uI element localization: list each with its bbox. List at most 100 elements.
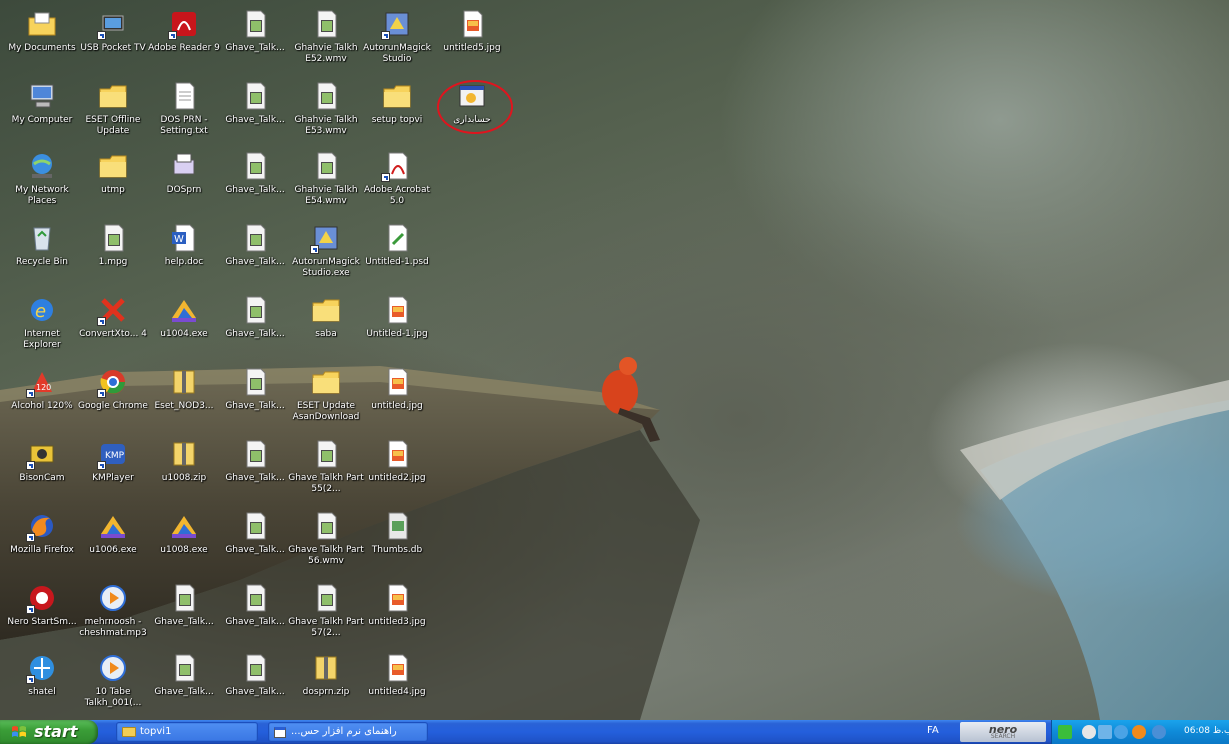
folder-icon	[310, 366, 342, 398]
desktop-icon-label: Ghave_Talk...	[225, 329, 285, 339]
desktop-icon[interactable]: My Documents	[4, 8, 80, 54]
desktop-icon-label: Adobe Acrobat 5.0	[363, 185, 431, 206]
desktop[interactable]: My Documents My Computer My Network Places…	[0, 0, 1229, 720]
desktop-icon-label: u1006.exe	[89, 545, 137, 555]
desktop-icon[interactable]: Google Chrome	[75, 366, 151, 412]
desktop-icon-label: Adobe Reader 9	[148, 43, 220, 53]
desktop-icon[interactable]: u1006.exe	[75, 510, 151, 556]
power-icon[interactable]	[1132, 725, 1146, 739]
tray-extra-icon[interactable]	[1152, 725, 1166, 739]
desktop-icon[interactable]: Mozilla Firefox	[4, 510, 80, 556]
desktop-icon[interactable]: untitled3.jpg	[359, 582, 435, 628]
clock[interactable]: 06:08 ب.ظ	[1184, 726, 1229, 736]
taskbar-button-accounting-help[interactable]: راهنمای نرم افزار حس...	[268, 722, 428, 742]
desktop-icon-label: Ghave_Talk...	[225, 473, 285, 483]
desktop-icon[interactable]: utmp	[75, 150, 151, 196]
kmplayer-icon: KMP	[97, 438, 129, 470]
adobe-acrobat-icon	[381, 150, 413, 182]
desktop-icon[interactable]: mehrnoosh - cheshmat.mp3	[75, 582, 151, 639]
desktop-icon[interactable]: Ghave_Talk...	[146, 652, 222, 698]
arrow-icon[interactable]	[1058, 725, 1072, 739]
desktop-icon[interactable]: saba	[288, 294, 364, 340]
desktop-icon[interactable]: untitled5.jpg	[434, 8, 510, 54]
installer-icon	[97, 510, 129, 542]
desktop-icon[interactable]: Ghave_Talk...	[217, 366, 293, 412]
desktop-icon[interactable]: Ghave_Talk...	[217, 652, 293, 698]
desktop-icon[interactable]: Ghave_Talk...	[217, 510, 293, 556]
desktop-icon[interactable]: untitled2.jpg	[359, 438, 435, 484]
volume-icon[interactable]	[1114, 725, 1128, 739]
desktop-icon[interactable]: AutorunMagick Studio.exe	[288, 222, 364, 279]
desktop-icon[interactable]: untitled.jpg	[359, 366, 435, 412]
start-button[interactable]: start	[0, 720, 98, 744]
desktop-icon[interactable]: USB Pocket TV	[75, 8, 151, 54]
desktop-icon[interactable]: 120 Alcohol 120%	[4, 366, 80, 412]
thumbs-db-icon	[381, 510, 413, 542]
desktop-icon[interactable]: Untitled-1.jpg	[359, 294, 435, 340]
nero-search-logo[interactable]: nero SEARCH	[960, 722, 1046, 742]
convertx-icon	[97, 294, 129, 326]
desktop-icon[interactable]: Ghave_Talk...	[217, 8, 293, 54]
alcohol-120-icon: 120	[26, 366, 58, 398]
desktop-icon[interactable]: untitled4.jpg	[359, 652, 435, 698]
desktop-icon[interactable]: Untitled-1.psd	[359, 222, 435, 268]
desktop-icon[interactable]: DOSprn	[146, 150, 222, 196]
desktop-icon[interactable]: Whelp.doc	[146, 222, 222, 268]
desktop-icon[interactable]: Ghave_Talk...	[217, 294, 293, 340]
shortcut-arrow-icon	[26, 605, 35, 614]
desktop-icon[interactable]: 10 Tabe Talkh_001(...	[75, 652, 151, 709]
desktop-icon[interactable]: Ghave_Talk...	[217, 80, 293, 126]
desktop-icon[interactable]: My Computer	[4, 80, 80, 126]
desktop-icon[interactable]: u1004.exe	[146, 294, 222, 340]
dosprn-icon	[168, 150, 200, 182]
start-label: start	[34, 722, 78, 741]
desktop-icon[interactable]: ESET Update AsanDownload	[288, 366, 364, 423]
desktop-icon[interactable]: Ghave_Talk...	[217, 222, 293, 268]
desktop-icon[interactable]: BisonCam	[4, 438, 80, 484]
desktop-icon[interactable]: Ghahvie Talkh E53.wmv	[288, 80, 364, 137]
desktop-icon[interactable]: AutorunMagick Studio	[359, 8, 435, 65]
desktop-icon[interactable]: Ghave Talkh Part 55(2...	[288, 438, 364, 495]
desktop-icon[interactable]: shatel	[4, 652, 80, 698]
desktop-icon[interactable]: My Network Places	[4, 150, 80, 207]
desktop-icon[interactable]: KMP KMPlayer	[75, 438, 151, 484]
desktop-icon[interactable]: Recycle Bin	[4, 222, 80, 268]
folder-icon	[97, 80, 129, 112]
desktop-icon[interactable]: ESET Offline Update	[75, 80, 151, 137]
video-file-icon	[239, 510, 271, 542]
desktop-icon[interactable]: u1008.zip	[146, 438, 222, 484]
network-icon[interactable]	[1082, 725, 1096, 739]
video-file-icon	[239, 8, 271, 40]
desktop-icon[interactable]: Ghave_Talk...	[217, 582, 293, 628]
desktop-icon[interactable]: Eset_NOD3...	[146, 366, 222, 412]
desktop-icon[interactable]: Nero StartSm...	[4, 582, 80, 628]
language-indicator[interactable]: FA	[927, 725, 939, 736]
monitor-icon[interactable]	[1098, 725, 1112, 739]
desktop-icon[interactable]: DOS PRN - Setting.txt	[146, 80, 222, 137]
desktop-icon[interactable]: dosprn.zip	[288, 652, 364, 698]
desktop-icon[interactable]: e Internet Explorer	[4, 294, 80, 351]
shortcut-arrow-icon	[26, 533, 35, 542]
desktop-icon[interactable]: setup topvi	[359, 80, 435, 126]
desktop-icon[interactable]: Thumbs.db	[359, 510, 435, 556]
desktop-icon[interactable]: Ghave Talkh Part 57(2...	[288, 582, 364, 639]
desktop-icon-label: Recycle Bin	[16, 257, 68, 267]
desktop-icon[interactable]: u1008.exe	[146, 510, 222, 556]
my-computer-icon	[26, 80, 58, 112]
image-file-icon	[456, 8, 488, 40]
taskbar-button-topvi1[interactable]: topvi1	[116, 722, 258, 742]
desktop-icon[interactable]: Ghahvie Talkh E52.wmv	[288, 8, 364, 65]
desktop-icon[interactable]: Ghave_Talk...	[146, 582, 222, 628]
desktop-icon[interactable]: Ghave_Talk...	[217, 150, 293, 196]
recycle-bin-icon	[26, 222, 58, 254]
desktop-icon[interactable]: ConvertXto... 4	[75, 294, 151, 340]
desktop-icon[interactable]: Ghahvie Talkh E54.wmv	[288, 150, 364, 207]
desktop-icon[interactable]: Ghave_Talk...	[217, 438, 293, 484]
bisoncam-icon	[26, 438, 58, 470]
zip-file-icon	[168, 438, 200, 470]
desktop-icon[interactable]: Ghave Talkh Part 56.wmv	[288, 510, 364, 567]
desktop-icon-label: Ghave_Talk...	[225, 43, 285, 53]
desktop-icon[interactable]: Adobe Acrobat 5.0	[359, 150, 435, 207]
desktop-icon[interactable]: 1.mpg	[75, 222, 151, 268]
desktop-icon[interactable]: Adobe Reader 9	[146, 8, 222, 54]
